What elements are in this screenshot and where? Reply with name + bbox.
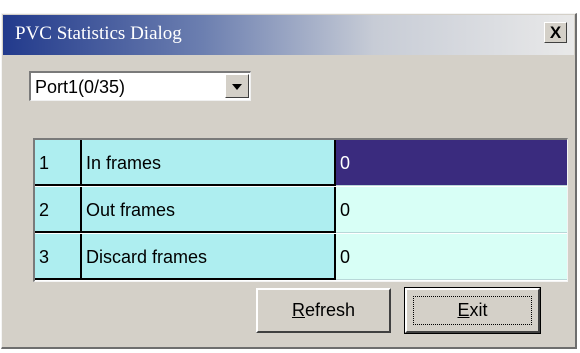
refresh-label: efresh — [304, 300, 356, 320]
statistics-table: 1 In frames 0 2 Out frames 0 3 Discard f… — [33, 138, 568, 282]
refresh-button[interactable]: Refresh — [256, 288, 391, 333]
row-index-cell: 3 — [35, 234, 82, 280]
table-row[interactable]: 2 Out frames 0 — [35, 187, 567, 234]
table-row[interactable]: 3 Discard frames 0 — [35, 234, 567, 281]
row-value-cell[interactable]: 0 — [336, 234, 567, 280]
pvc-statistics-dialog: PVC Statistics Dialog X Port1(0/35) 1 In… — [1, 13, 577, 349]
focus-rectangle — [413, 296, 532, 325]
row-index-cell: 2 — [35, 187, 82, 233]
row-name-cell: In frames — [82, 140, 336, 186]
table-row[interactable]: 1 In frames 0 — [35, 140, 567, 187]
row-value-cell[interactable]: 0 — [336, 187, 567, 233]
close-icon: X — [549, 23, 562, 42]
title-bar[interactable]: PVC Statistics Dialog X — [3, 15, 574, 55]
row-name-cell: Discard frames — [82, 234, 336, 280]
chevron-down-icon[interactable] — [225, 74, 249, 98]
row-index-cell: 1 — [35, 140, 82, 186]
row-name-cell: Out frames — [82, 187, 336, 233]
exit-button[interactable]: Exit — [404, 287, 541, 334]
row-value-cell[interactable]: 0 — [336, 140, 567, 186]
close-button[interactable]: X — [544, 22, 567, 43]
refresh-accel-key: R — [291, 300, 305, 320]
port-dropdown[interactable]: Port1(0/35) — [29, 71, 251, 101]
port-dropdown-value: Port1(0/35) — [35, 77, 126, 97]
dialog-title: PVC Statistics Dialog — [15, 23, 182, 44]
